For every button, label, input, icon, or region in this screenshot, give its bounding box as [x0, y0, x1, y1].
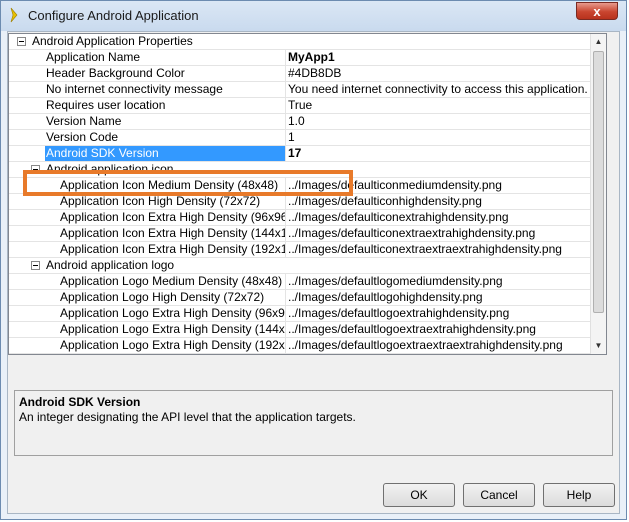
- title-bar[interactable]: Configure Android Application x: [1, 1, 626, 31]
- grid-property-row[interactable]: Application Icon Medium Density (48x48).…: [9, 178, 592, 194]
- scroll-down-icon[interactable]: ▼: [591, 338, 606, 354]
- property-value[interactable]: ../Images/defaulticonextraextrahighdensi…: [285, 226, 592, 241]
- window-title: Configure Android Application: [28, 8, 199, 23]
- grid-property-row[interactable]: Requires user location True: [9, 98, 592, 114]
- grid-property-row[interactable]: Application Logo Medium Density (48x48).…: [9, 274, 592, 290]
- vertical-scrollbar[interactable]: ▲ ▼: [590, 34, 606, 354]
- grid-property-row[interactable]: Version Code 1: [9, 130, 592, 146]
- property-value[interactable]: 1: [285, 130, 592, 145]
- property-name: Application Logo Extra High Density (192…: [60, 338, 286, 352]
- property-name: Version Name: [46, 114, 122, 128]
- grid-property-row[interactable]: No internet connectivity message You need…: [9, 82, 592, 98]
- property-name: Application Icon High Density (72x72): [60, 194, 261, 208]
- description-panel: Android SDK Version An integer designati…: [14, 390, 613, 456]
- property-value[interactable]: ../Images/defaulticonextrahighdensity.pn…: [285, 210, 592, 225]
- property-name: Application Icon Extra High Density (192…: [60, 242, 286, 256]
- property-value[interactable]: ../Images/defaulticonmediumdensity.png: [285, 178, 592, 193]
- grid-property-row[interactable]: Header Background Color #4DB8DB: [9, 66, 592, 82]
- property-name: Requires user location: [46, 98, 166, 112]
- grid-property-row[interactable]: Application Logo Extra High Density (144…: [9, 322, 592, 338]
- grid-property-row[interactable]: Version Name 1.0: [9, 114, 592, 130]
- property-name: Android Application Properties: [32, 34, 193, 48]
- property-value[interactable]: 1.0: [285, 114, 592, 129]
- help-button[interactable]: Help: [543, 483, 615, 507]
- property-value[interactable]: ../Images/defaultlogoextraextrahighdensi…: [285, 322, 592, 337]
- property-value[interactable]: #4DB8DB: [285, 66, 592, 81]
- app-icon: [10, 7, 18, 23]
- scrollbar-thumb[interactable]: [593, 51, 604, 313]
- description-title: Android SDK Version: [19, 395, 141, 409]
- property-name: Android application logo: [46, 258, 175, 272]
- property-name: Android SDK Version: [45, 146, 286, 161]
- collapse-icon[interactable]: [31, 261, 40, 270]
- grid-category-row[interactable]: Android application icon: [9, 162, 592, 178]
- property-name: Application Icon Medium Density (48x48): [60, 178, 279, 192]
- property-grid[interactable]: Android Application Properties Applicatio…: [8, 33, 607, 355]
- grid-category-row[interactable]: Android Application Properties: [9, 34, 592, 50]
- property-name: Android application icon: [46, 162, 174, 176]
- property-name: Application Icon Extra High Density (144…: [60, 226, 286, 240]
- property-value[interactable]: ../Images/defaultlogoextrahighdensity.pn…: [285, 306, 592, 321]
- grid-property-row[interactable]: Application Logo High Density (72x72) ../…: [9, 290, 592, 306]
- property-value[interactable]: ../Images/defaultlogomediumdensity.png: [285, 274, 592, 289]
- property-name: Version Code: [46, 130, 119, 144]
- property-value[interactable]: True: [285, 98, 592, 113]
- grid-property-row[interactable]: Application Icon Extra High Density (96x…: [9, 210, 592, 226]
- property-value[interactable]: ../Images/defaultlogoextraextraextrahigh…: [285, 338, 592, 353]
- property-name: Application Logo Extra High Density (96x…: [60, 306, 286, 320]
- grid-property-row[interactable]: Android SDK Version 17: [9, 146, 592, 162]
- property-name: Application Logo Medium Density (48x48): [60, 274, 283, 288]
- property-value[interactable]: ../Images/defaulticonhighdensity.png: [285, 194, 592, 209]
- property-name: Application Icon Extra High Density (96x…: [60, 210, 286, 224]
- collapse-icon[interactable]: [17, 37, 26, 46]
- grid-property-row[interactable]: Application Icon High Density (72x72) ../…: [9, 194, 592, 210]
- grid-property-row[interactable]: Application Icon Extra High Density (144…: [9, 226, 592, 242]
- grid-property-row[interactable]: Application Icon Extra High Density (192…: [9, 242, 592, 258]
- property-value[interactable]: ../Images/defaulticonextraextraextrahigh…: [285, 242, 592, 257]
- collapse-icon[interactable]: [31, 165, 40, 174]
- property-name: Application Logo High Density (72x72): [60, 290, 265, 304]
- property-value[interactable]: You need internet connectivity to access…: [285, 82, 592, 97]
- property-value[interactable]: MyApp1: [285, 50, 592, 65]
- property-name: Header Background Color: [46, 66, 185, 80]
- property-name: No internet connectivity message: [46, 82, 223, 96]
- property-value[interactable]: ../Images/defaultlogohighdensity.png: [285, 290, 592, 305]
- close-button[interactable]: x: [576, 2, 618, 20]
- description-text: An integer designating the API level tha…: [19, 410, 356, 424]
- property-name: Application Name: [46, 50, 141, 64]
- scroll-up-icon[interactable]: ▲: [591, 34, 606, 50]
- ok-button[interactable]: OK: [383, 483, 455, 507]
- grid-property-row[interactable]: Application Name MyApp1: [9, 50, 592, 66]
- property-value[interactable]: 17: [285, 146, 592, 161]
- property-name: Application Logo Extra High Density (144…: [60, 322, 286, 336]
- grid-property-row[interactable]: Application Logo Extra High Density (96x…: [9, 306, 592, 322]
- grid-property-row[interactable]: Application Logo Extra High Density (192…: [9, 338, 592, 354]
- grid-category-row[interactable]: Android application logo: [9, 258, 592, 274]
- cancel-button[interactable]: Cancel: [463, 483, 535, 507]
